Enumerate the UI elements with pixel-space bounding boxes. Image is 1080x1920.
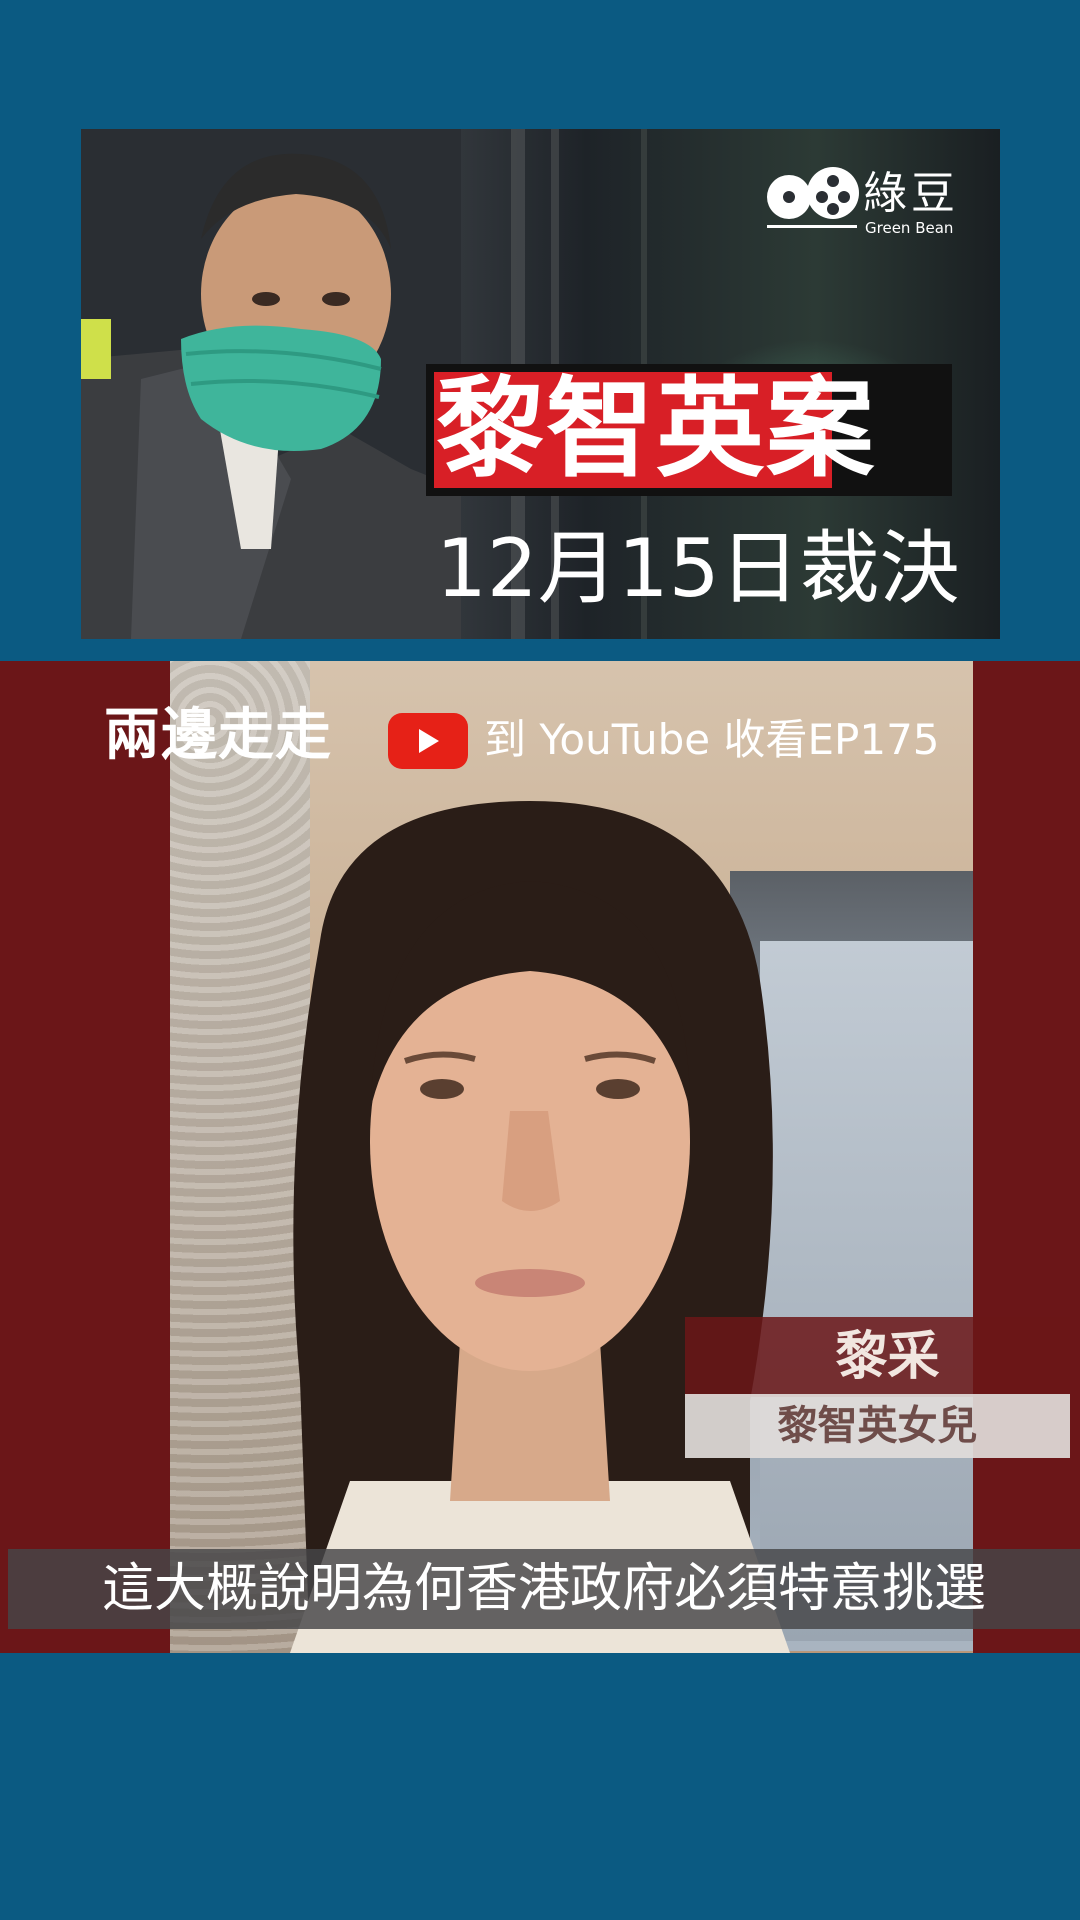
verdict-date: 12月15日裁決	[436, 522, 960, 615]
name-tag: 黎采	[685, 1317, 1070, 1397]
speaker-name: 黎采	[835, 1327, 940, 1387]
speaker-role: 黎智英女兒	[777, 1403, 978, 1449]
logo-english-text: Green Bean	[865, 219, 954, 237]
subtitle-text: 這大概說明為何香港政府必須特意挑選	[101, 1559, 986, 1619]
speaker-photo	[290, 801, 790, 1653]
film-reel-icon	[767, 167, 859, 228]
logo-chinese-text: 綠豆	[863, 168, 959, 219]
headline-title: 黎智英案	[436, 367, 877, 492]
green-bean-logo: 綠豆 Green Bean	[761, 157, 981, 247]
youtube-cta[interactable]: 到 YouTube 收看EP175	[388, 701, 988, 773]
video-player[interactable]: 兩邊走走 到 YouTube 收看EP175 黎采 黎智英女兒 這大概說明為何香…	[0, 661, 1080, 1653]
role-tag: 黎智英女兒	[685, 1394, 1070, 1458]
subtitle-caption: 這大概說明為何香港政府必須特意挑選	[8, 1549, 1080, 1629]
show-logo: 兩邊走走	[104, 703, 332, 768]
masked-man-photo	[81, 129, 461, 639]
play-triangle-icon	[419, 729, 439, 753]
youtube-cta-text[interactable]: 到 YouTube 收看EP175	[484, 711, 940, 769]
video-frame	[170, 661, 973, 1653]
youtube-play-icon[interactable]	[388, 713, 468, 769]
news-thumbnail-card[interactable]: 綠豆 Green Bean 黎智英案 12月15日裁決	[81, 129, 1000, 639]
